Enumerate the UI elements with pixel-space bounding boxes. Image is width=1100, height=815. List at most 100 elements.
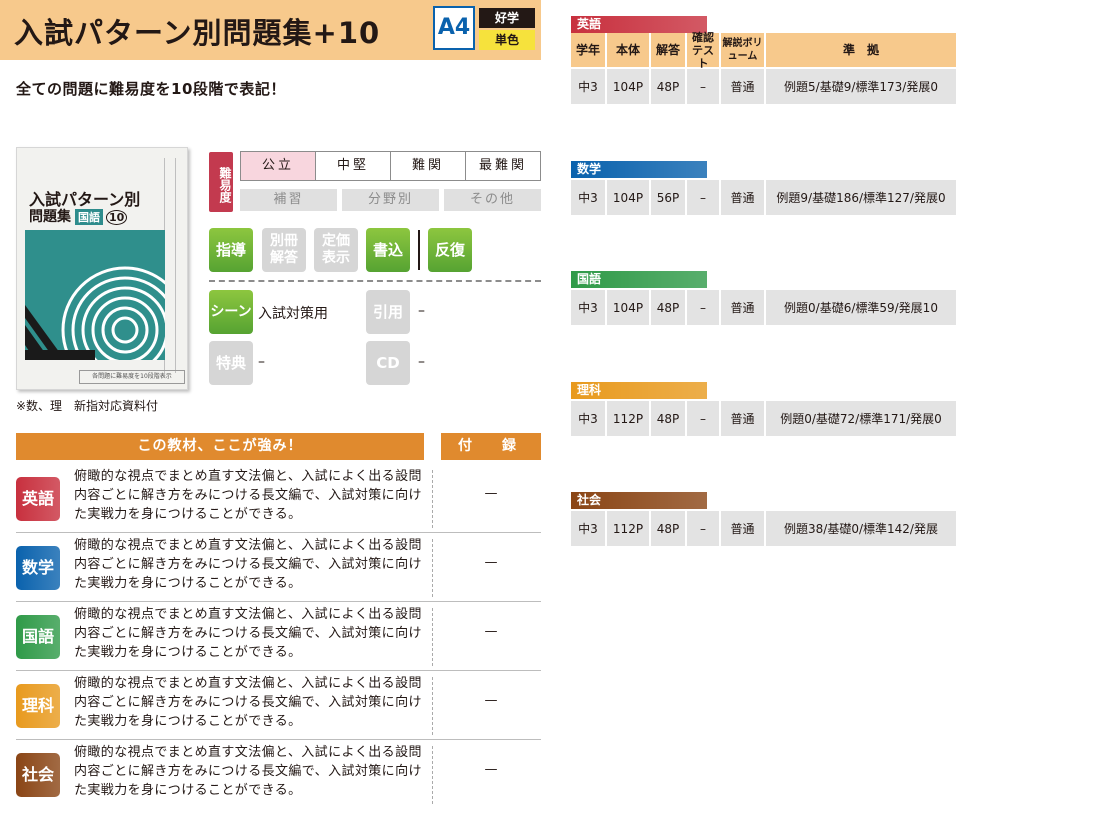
spec-cell: 48P [651,69,685,104]
cover-number: 10 [106,210,128,225]
cover-footer-text: 各問題に難易度を10段階表示 [79,370,185,384]
cover-subject: 国語 [75,209,103,225]
badge-guidance: 指導 [209,228,253,272]
strength-row: 英語 俯瞰的な視点でまとめ直す文法偏と、入試によく出る設問内容ごとに解き方をみに… [16,464,541,533]
spec-cell: 例題0/基礎6/標準59/発展10 [766,290,956,325]
bonus-value: – [258,354,265,370]
spec-header-cell: 学年 [571,33,605,67]
spec-cell: 普通 [721,290,764,325]
spec-data-row: 中3 104P 48P – 普通 例題0/基礎6/標準59/発展10 [571,290,956,325]
strength-text: 俯瞰的な視点でまとめ直す文法偏と、入試によく出る設問内容ごとに解き方をみにつける… [74,469,422,522]
spec-data-row: 中3 112P 48P – 普通 例題38/基礎0/標準142/発展 [571,511,956,546]
spec-cell: 104P [607,69,649,104]
cover-title-text: 問題集 [29,209,71,225]
difficulty-levels: 公立 中堅 難関 最難関 [240,151,541,181]
row-dash [432,539,433,597]
spec-cell: 普通 [721,69,764,104]
spec-header-row: 学年 本体 解答 確認テスト 解説ボリューム 準 拠 [571,31,956,70]
spec-cell: – [687,69,719,104]
spec-header-cell: 解説ボリューム [721,33,764,67]
spec-cell: 中3 [571,180,605,215]
scene-value: 入試対策用 [258,306,328,322]
spec-cell: – [687,401,719,436]
page-title: 入試パターン別問題集+10 [14,16,381,50]
spec-cell: 104P [607,180,649,215]
spec-cell: 中3 [571,290,605,325]
spec-cell: 普通 [721,180,764,215]
furoku-value: — [484,486,498,501]
category-cell: 分野別 [342,189,439,211]
format-badge: A4 [433,6,475,50]
spec-cell: 普通 [721,511,764,546]
spec-cell: 例題38/基礎0/標準142/発展 [766,511,956,546]
dashed-divider [209,280,541,282]
furoku-value: — [484,693,498,708]
spec-subject-label: 理科 [571,382,707,399]
spec-cell: 48P [651,511,685,546]
strength-text: 俯瞰的な視点でまとめ直す文法偏と、入試によく出る設問内容ごとに解き方をみにつける… [74,538,422,591]
spec-cell: 48P [651,401,685,436]
difficulty-level: 最難関 [465,152,540,180]
spec-header-cell: 確認テスト [687,31,719,70]
badge-cd: CD [366,341,410,385]
spec-subject-label: 国語 [571,271,707,288]
furoku-header: 付 録 [441,433,541,460]
badge-repeat: 反復 [428,228,472,272]
badge-bonus: 特典 [209,341,253,385]
furoku-value: — [484,624,498,639]
difficulty-level: 中堅 [315,152,390,180]
furoku-value: — [484,555,498,570]
badge-separator [418,230,420,270]
spec-header-cell: 準 拠 [766,33,956,67]
strength-text: 俯瞰的な視点でまとめ直す文法偏と、入試によく出る設問内容ごとに解き方をみにつける… [74,676,422,729]
spec-header-cell: 本体 [607,33,649,67]
spec-cell: 112P [607,401,649,436]
badge-price-shown: 定価表示 [314,228,358,272]
spec-subject-label: 社会 [571,492,707,509]
spec-cell: 例題0/基礎72/標準171/発展0 [766,401,956,436]
cover-note: ※数、理 新指対応資料付 [16,399,159,413]
spec-cell: 例題9/基礎186/標準127/発展0 [766,180,956,215]
strength-row: 数学 俯瞰的な視点でまとめ直す文法偏と、入試によく出る設問内容ごとに解き方をみに… [16,533,541,602]
subject-icon: 理科 [16,684,60,728]
spec-cell: 中3 [571,401,605,436]
spec-data-row: 中3 104P 56P – 普通 例題9/基礎186/標準127/発展0 [571,180,956,215]
row-dash [432,746,433,804]
spec-cell: 普通 [721,401,764,436]
cover-title-line2: 問題集 国語 10 [29,206,128,226]
furoku-value: — [484,762,498,777]
spec-cell: – [687,511,719,546]
spec-cell: 112P [607,511,649,546]
strength-text: 俯瞰的な視点でまとめ直す文法偏と、入試によく出る設問内容ごとに解き方をみにつける… [74,745,422,798]
subject-icon: 国語 [16,615,60,659]
strength-row: 国語 俯瞰的な視点でまとめ直す文法偏と、入試によく出る設問内容ごとに解き方をみに… [16,602,541,671]
badge-writein: 書込 [366,228,410,272]
spec-header-cell: 解答 [651,33,685,67]
spec-cell: – [687,180,719,215]
strength-text: 俯瞰的な視点でまとめ直す文法偏と、入試によく出る設問内容ごとに解き方をみにつける… [74,607,422,660]
badge-separate-answers: 別冊解答 [262,228,306,272]
badge-scene: シーン [209,290,253,334]
spec-subject-label: 数学 [571,161,707,178]
subject-icon: 英語 [16,477,60,521]
spec-cell: 中3 [571,511,605,546]
subject-icon: 社会 [16,753,60,797]
row-dash [432,677,433,735]
row-dash [432,608,433,666]
cover-spine-stripe [164,158,176,373]
spec-cell: 56P [651,180,685,215]
row-dash [432,470,433,528]
badge-quote: 引用 [366,290,410,334]
difficulty-label: 難易度 [209,152,233,212]
color-tag: 単色 [479,30,535,50]
lead-text: 全ての問題に難易度を10段階で表記！ [16,80,286,98]
difficulty-level: 難関 [390,152,465,180]
category-cell: その他 [444,189,541,211]
book-cover: 入試パターン別 問題集 国語 10 各問題に難易度を10段階表示 [16,147,188,390]
spec-cell: – [687,290,719,325]
spec-cell: 例題5/基礎9/標準173/発展0 [766,69,956,104]
strength-row: 社会 俯瞰的な視点でまとめ直す文法偏と、入試によく出る設問内容ごとに解き方をみに… [16,740,541,809]
paper-tag: 好学 [479,8,535,28]
spec-data-row: 中3 104P 48P – 普通 例題5/基礎9/標準173/発展0 [571,69,956,104]
category-row: 補習 分野別 その他 [240,189,541,211]
